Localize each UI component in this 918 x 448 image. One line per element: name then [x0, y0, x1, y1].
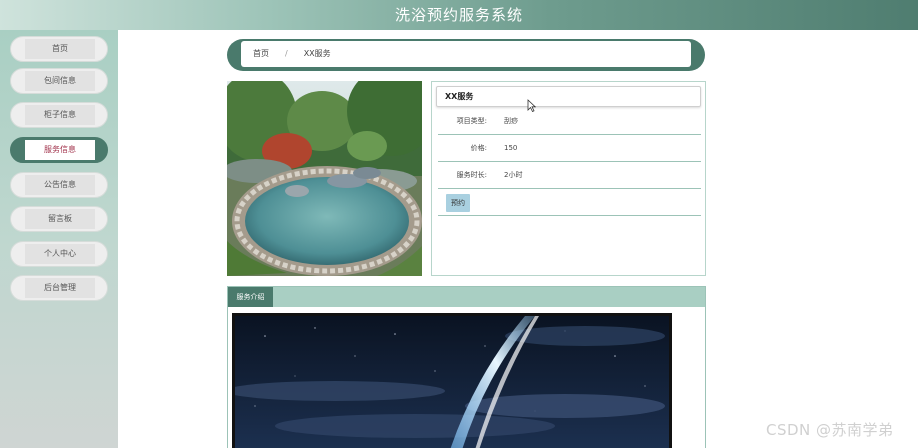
sidebar-item-lockers[interactable]: 柜子信息: [10, 102, 108, 128]
sidebar-item-label: 包间信息: [25, 71, 95, 91]
service-field-price: 价格: 150: [438, 135, 701, 162]
breadcrumb-current: XX服务: [303, 49, 331, 58]
comet-night-sky-image: [235, 316, 669, 448]
sidebar-item-label: 服务信息: [25, 140, 95, 160]
sidebar-item-label: 首页: [25, 39, 95, 59]
field-value: 150: [504, 144, 518, 152]
service-photo: [227, 81, 422, 276]
divider: [438, 215, 701, 216]
field-value: 2小时: [504, 171, 523, 179]
sidebar-item-label: 个人中心: [25, 244, 95, 264]
sidebar: 首页 包间信息 柜子信息 服务信息 公告信息 留言板 个人中心 后台管理: [0, 30, 118, 448]
field-label: 价格:: [470, 144, 487, 152]
sidebar-item-admin[interactable]: 后台管理: [10, 275, 108, 301]
app-header: 洗浴预约服务系统: [0, 0, 918, 30]
watermark: CSDN @苏南学弟: [766, 421, 894, 439]
service-info-card: XX服务 项目类型: 刮痧 价格: 150 服务时长: 2小时 预约: [431, 81, 706, 276]
sidebar-item-message-board[interactable]: 留言板: [10, 206, 108, 232]
sidebar-item-services[interactable]: 服务信息: [10, 137, 108, 163]
service-name: XX服务: [436, 86, 701, 107]
sidebar-item-label: 柜子信息: [25, 105, 95, 125]
sidebar-item-label: 留言板: [25, 209, 95, 229]
sidebar-item-label: 后台管理: [25, 278, 95, 298]
sidebar-item-announcements[interactable]: 公告信息: [10, 172, 108, 198]
hot-spring-pool-image: [227, 81, 422, 276]
sidebar-item-home[interactable]: 首页: [10, 36, 108, 62]
mouse-pointer-icon: [527, 99, 536, 112]
breadcrumb-bar: 首页 / XX服务: [241, 41, 691, 67]
service-field-type: 项目类型: 刮痧: [438, 108, 701, 135]
tab-service-intro[interactable]: 服务介绍: [228, 287, 273, 307]
field-label: 项目类型:: [456, 117, 487, 125]
field-value: 刮痧: [504, 117, 518, 125]
service-field-duration: 服务时长: 2小时: [438, 162, 701, 189]
intro-tab-bar: 服务介绍: [228, 287, 705, 307]
app-title: 洗浴预约服务系统: [394, 6, 523, 24]
intro-image: [232, 313, 672, 448]
breadcrumb: 首页 / XX服务: [227, 39, 705, 71]
breadcrumb-home-link[interactable]: 首页: [253, 49, 269, 58]
breadcrumb-separator: /: [285, 49, 288, 58]
book-button[interactable]: 预约: [446, 194, 470, 212]
sidebar-item-label: 公告信息: [25, 175, 95, 195]
field-label: 服务时长:: [456, 171, 487, 179]
service-intro-panel: 服务介绍: [227, 286, 706, 448]
sidebar-item-rooms[interactable]: 包间信息: [10, 68, 108, 94]
sidebar-item-profile[interactable]: 个人中心: [10, 241, 108, 267]
